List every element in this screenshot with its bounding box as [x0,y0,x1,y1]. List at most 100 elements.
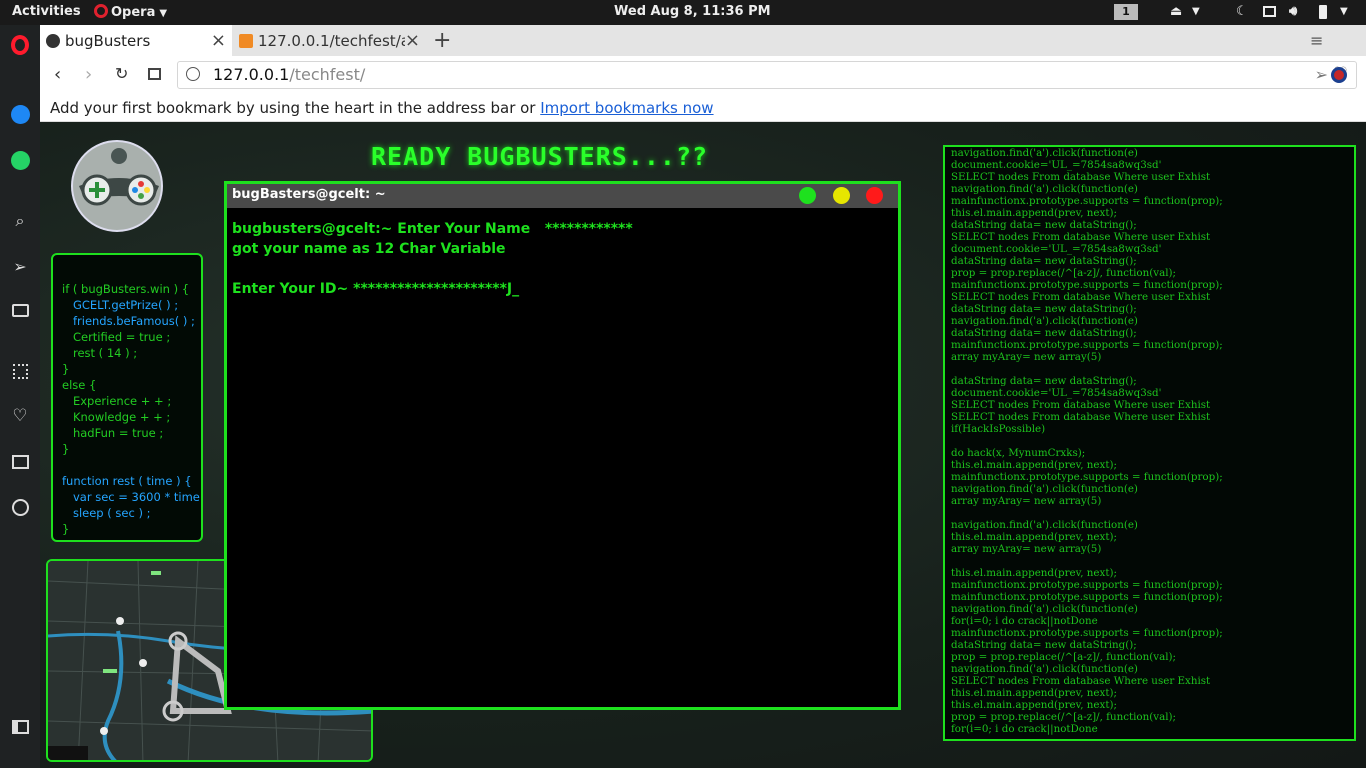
sidebar-toggle-icon[interactable] [8,715,32,739]
log-line: dataString data= new dataString(); [951,639,1137,651]
log-line: prop = prop.replace(/^[a-z]/, function(v… [951,711,1177,723]
log-line: mainfunctionx.prototype.supports = funct… [951,627,1223,639]
log-line: this.el.main.append(prev, next); [951,687,1117,699]
chevron-down-icon[interactable]: ▼ [1192,6,1200,17]
messenger-icon[interactable] [8,102,32,126]
code-line: else { [62,378,97,392]
history-icon[interactable] [8,495,32,519]
terminal-titlebar[interactable]: bugBasters@gcelt: ~ [227,184,898,208]
close-icon[interactable]: × [211,30,226,51]
code-line: rest ( 14 ) ; [62,346,138,360]
app-menu[interactable]: Opera ▼ [94,4,167,20]
code-line: function rest ( time ) { [62,474,192,488]
hacker-log-panel: navigation.find('a').click(function(e) do… [943,145,1356,741]
night-light-icon[interactable]: ☾ [1236,4,1248,19]
bookmarks-bar: Add your first bookmark by using the hea… [40,94,1366,122]
whatsapp-icon[interactable] [8,148,32,172]
log-line: if(HackIsPossible) [951,423,1046,435]
network-icon[interactable]: ⏏ [1170,4,1182,19]
log-line: mainfunctionx.prototype.supports = funct… [951,579,1223,591]
code-line: } [62,442,70,456]
opera-menu-icon[interactable] [8,33,32,57]
url-host: 127.0.0.1 [213,65,290,84]
search-icon[interactable]: ⌕ [8,209,32,233]
tab-strip: bugBusters × 127.0.0.1/techfest/a × + ≡ [40,25,1366,56]
log-line: mainfunctionx.prototype.supports = funct… [951,339,1223,351]
log-line: this.el.main.append(prev, next); [951,531,1117,543]
code-line: if ( bugBusters.win ) { [62,282,190,296]
speed-dial-icon[interactable] [8,359,32,383]
log-line: navigation.find('a').click(function(e) [951,663,1138,675]
log-line: array myAray= new array(5) [951,351,1102,363]
vpn-icon[interactable] [1331,67,1347,83]
heart-icon[interactable]: ♡ [8,404,32,428]
app-name: Opera [111,5,156,20]
log-line: dataString data= new dataString(); [951,255,1137,267]
log-line: this.el.main.append(prev, next); [951,207,1117,219]
activities-button[interactable]: Activities [12,4,81,19]
forward-icon[interactable]: › [85,64,92,85]
close-icon[interactable]: × [404,30,420,51]
log-line: mainfunctionx.prototype.supports = funct… [951,195,1223,207]
tab-techfest[interactable]: 127.0.0.1/techfest/a × [236,25,426,56]
send-icon[interactable]: ➢ [1315,65,1328,84]
battery-icon[interactable] [1319,5,1327,19]
code-panel: if ( bugBusters.win ) { GCELT.getPrize( … [51,253,203,542]
code-line: } [62,362,70,376]
clock[interactable]: Wed Aug 8, 11:36 PM [614,4,771,19]
chevron-down-icon[interactable]: ▼ [1340,6,1348,17]
url-field[interactable]: 127.0.0.1/techfest/ ➢ ♡ [177,61,1357,89]
log-line: array myAray= new array(5) [951,543,1102,555]
code-line: Knowledge + + ; [62,410,171,424]
send-icon[interactable]: ➢ [8,254,32,278]
tab-title: 127.0.0.1/techfest/a [258,31,410,50]
log-line: this.el.main.append(prev, next); [951,567,1117,579]
bookmarks-hint-text: Add your first bookmark by using the hea… [50,99,541,117]
reload-icon[interactable]: ↻ [115,64,128,83]
terminal-input-line[interactable]: Enter Your ID~ *********************J_ [232,279,898,299]
tab-menu-icon[interactable]: ≡ [1310,25,1330,56]
tab-bugbusters[interactable]: bugBusters × [40,25,232,56]
workspace-indicator[interactable]: 1 [1114,4,1138,20]
code-line: var sec = 3600 * time ; [62,490,203,504]
url-path: /techfest/ [289,65,366,84]
back-icon[interactable]: ‹ [54,64,61,85]
log-line: for(i=0; i do crack||notDone [951,615,1098,627]
screen-icon[interactable] [1263,6,1276,17]
log-line: array myAray= new array(5) [951,495,1102,507]
tabs-overview-icon[interactable] [148,68,161,80]
log-line: SELECT nodes From database Where user Ex… [951,291,1211,303]
close-button[interactable] [866,187,883,204]
code-line: sleep ( sec ) ; [62,506,151,520]
terminal-output[interactable]: bugbusters@gcelt:~ Enter Your Name *****… [227,208,898,299]
page-heading: READY BUGBUSTERS...?? [371,142,709,171]
chevron-down-icon: ▼ [159,8,168,19]
log-line: SELECT nodes From database Where user Ex… [951,675,1211,687]
log-line: dataString data= new dataString(); [951,375,1137,387]
log-line: SELECT nodes From database Where user Ex… [951,231,1211,243]
volume-icon[interactable]: 🔊︎ [1289,4,1297,19]
log-line: SELECT nodes From database Where user Ex… [951,171,1211,183]
news-icon[interactable] [8,450,32,474]
tab-title: bugBusters [65,31,151,50]
code-line: Certified = true ; [62,330,171,344]
log-line: this.el.main.append(prev, next); [951,699,1117,711]
import-bookmarks-link[interactable]: Import bookmarks now [540,99,713,117]
log-line: document.cookie='UL_=7854sa8wq3sd' [951,387,1162,399]
log-line: do hack(x, MynumCrxks); [951,447,1086,459]
log-line: SELECT nodes From database Where user Ex… [951,411,1211,423]
camera-icon[interactable] [8,298,32,322]
log-line: document.cookie='UL_=7854sa8wq3sd' [951,243,1162,255]
maximize-button[interactable] [799,187,816,204]
terminal-window[interactable]: bugBasters@gcelt: ~ bugbusters@gcelt:~ E… [224,181,901,710]
minimize-button[interactable] [833,187,850,204]
terminal-line: got your name as 12 Char Variable [232,241,506,257]
tab-favicon-icon [46,33,60,48]
terminal-title: bugBasters@gcelt: ~ [232,187,386,202]
log-line: navigation.find('a').click(function(e) [951,147,1138,159]
new-tab-button[interactable]: + [433,25,453,56]
